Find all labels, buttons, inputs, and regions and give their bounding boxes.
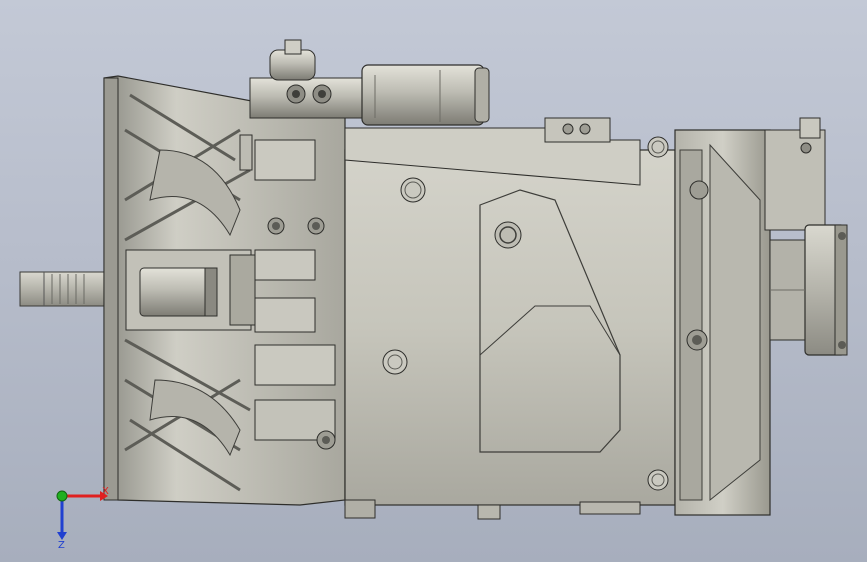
graphics-viewport[interactable]: X Z bbox=[0, 0, 867, 562]
input-shaft bbox=[19, 271, 111, 307]
x-axis-label: X bbox=[102, 486, 109, 497]
shift-actuator bbox=[249, 39, 490, 126]
main-case bbox=[344, 117, 676, 520]
rear-housing bbox=[674, 117, 848, 516]
gearbox-model[interactable] bbox=[0, 0, 867, 562]
z-axis-label: Z bbox=[58, 540, 65, 550]
clutch-housing bbox=[103, 75, 346, 506]
y-axis-dot bbox=[56, 490, 68, 502]
coordinate-triad: X Z bbox=[56, 486, 109, 550]
